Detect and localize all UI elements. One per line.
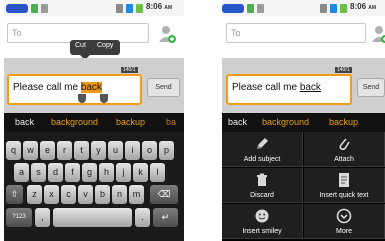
key[interactable]: q <box>6 141 21 160</box>
to-field[interactable]: To <box>226 23 366 43</box>
message-text: Please call me back <box>232 82 321 93</box>
key[interactable]: c <box>61 185 76 204</box>
period-key[interactable]: . <box>135 208 150 227</box>
network-indicator <box>6 4 28 13</box>
key[interactable]: p <box>159 141 174 160</box>
suggestion-item[interactable]: backup <box>329 117 358 127</box>
key[interactable]: j <box>116 163 131 182</box>
comma-key[interactable]: , <box>35 208 50 227</box>
suggestion-item[interactable]: background <box>262 117 309 127</box>
add-contact-icon[interactable] <box>370 24 385 44</box>
to-placeholder: To <box>12 28 22 38</box>
composing-word: back <box>299 82 321 93</box>
notification-icon <box>247 4 254 13</box>
char-counter: 140/1 <box>121 67 138 73</box>
message-text: Please call me back <box>13 82 102 93</box>
suggestion-item[interactable]: ba <box>166 117 176 127</box>
battery-icon <box>340 4 347 13</box>
delete-key[interactable]: ⌫ <box>150 185 178 204</box>
status-time: 8:06 AM <box>350 2 377 11</box>
key[interactable]: l <box>150 163 165 182</box>
key[interactable]: a <box>14 163 29 182</box>
key[interactable]: g <box>82 163 97 182</box>
vibrate-icon <box>320 4 327 13</box>
suggestion-strip: back background backup ba <box>4 113 184 132</box>
send-button[interactable]: Send <box>147 78 180 97</box>
suggestion-item[interactable]: back <box>228 117 247 127</box>
cut-button[interactable]: Cut <box>75 42 86 49</box>
key[interactable]: v <box>78 185 93 204</box>
screen-left-selection: 8:06 AM To Cut Copy 140/1 Please call me… <box>4 0 184 241</box>
to-placeholder: To <box>231 28 241 38</box>
options-menu: Add subject Attach Discard Insert quick … <box>222 132 385 241</box>
add-contact-icon[interactable] <box>157 24 177 44</box>
key[interactable]: i <box>125 141 140 160</box>
soft-keyboard: q w e r t y u i o p a s d f g h j k l ⇧ … <box>4 132 184 241</box>
enter-key[interactable]: ↵ <box>153 208 178 227</box>
paperclip-icon <box>339 138 350 151</box>
status-bar: 8:06 AM <box>4 0 184 16</box>
smiley-icon <box>255 209 269 223</box>
key[interactable]: z <box>27 185 42 204</box>
menu-item-add-subject[interactable]: Add subject <box>222 132 303 167</box>
selection-end-handle[interactable] <box>100 94 108 103</box>
screen-right-menu: 8:06 AM To 140/1 Please call me back Sen… <box>222 0 385 241</box>
suggestion-item[interactable]: background <box>51 117 98 127</box>
status-time: 8:06 AM <box>146 2 173 11</box>
key[interactable]: t <box>74 141 89 160</box>
selection-start-handle[interactable] <box>78 94 86 103</box>
key[interactable]: e <box>40 141 55 160</box>
pencil-icon <box>257 138 268 149</box>
key[interactable]: d <box>48 163 63 182</box>
message-input[interactable]: Please call me back <box>7 74 142 105</box>
more-icon <box>336 208 352 224</box>
char-counter: 140/1 <box>335 67 352 73</box>
copy-button[interactable]: Copy <box>97 42 113 49</box>
menu-item-attach[interactable]: Attach <box>304 132 385 167</box>
key[interactable]: x <box>44 185 59 204</box>
key[interactable]: b <box>95 185 110 204</box>
notification-icon <box>31 4 38 13</box>
key[interactable]: k <box>133 163 148 182</box>
key[interactable]: y <box>91 141 106 160</box>
key[interactable]: o <box>142 141 157 160</box>
space-key[interactable] <box>53 208 132 227</box>
cut-copy-popup: Cut Copy <box>70 40 120 55</box>
key[interactable]: u <box>108 141 123 160</box>
key[interactable]: m <box>129 185 144 204</box>
key[interactable]: w <box>23 141 38 160</box>
network-indicator <box>222 4 244 13</box>
vibrate-icon <box>116 4 123 13</box>
trash-icon <box>257 173 267 186</box>
suggestion-item[interactable]: back <box>15 117 34 127</box>
menu-item-insert-smiley[interactable]: Insert smiley <box>222 204 303 239</box>
symbols-key[interactable]: ?123 <box>6 208 32 227</box>
battery-icon <box>136 4 143 13</box>
key[interactable]: n <box>112 185 127 204</box>
menu-item-insert-quick-text[interactable]: Insert quick text <box>304 168 385 203</box>
key[interactable]: f <box>65 163 80 182</box>
key[interactable]: s <box>31 163 46 182</box>
message-input[interactable]: Please call me back <box>226 74 352 105</box>
selected-word: back <box>80 82 102 93</box>
document-icon <box>339 173 349 187</box>
suggestion-item[interactable]: backup <box>116 117 145 127</box>
key[interactable]: h <box>99 163 114 182</box>
shift-key[interactable]: ⇧ <box>6 185 23 204</box>
menu-item-discard[interactable]: Discard <box>222 168 303 203</box>
status-bar: 8:06 AM <box>222 0 385 16</box>
menu-item-more[interactable]: More <box>304 204 385 239</box>
usb-icon <box>257 4 264 13</box>
suggestion-strip: back background backup <box>222 113 385 132</box>
signal-icon <box>330 4 337 13</box>
send-button[interactable]: Send <box>357 78 385 97</box>
signal-icon <box>126 4 133 13</box>
key[interactable]: r <box>57 141 72 160</box>
usb-icon <box>41 4 48 13</box>
